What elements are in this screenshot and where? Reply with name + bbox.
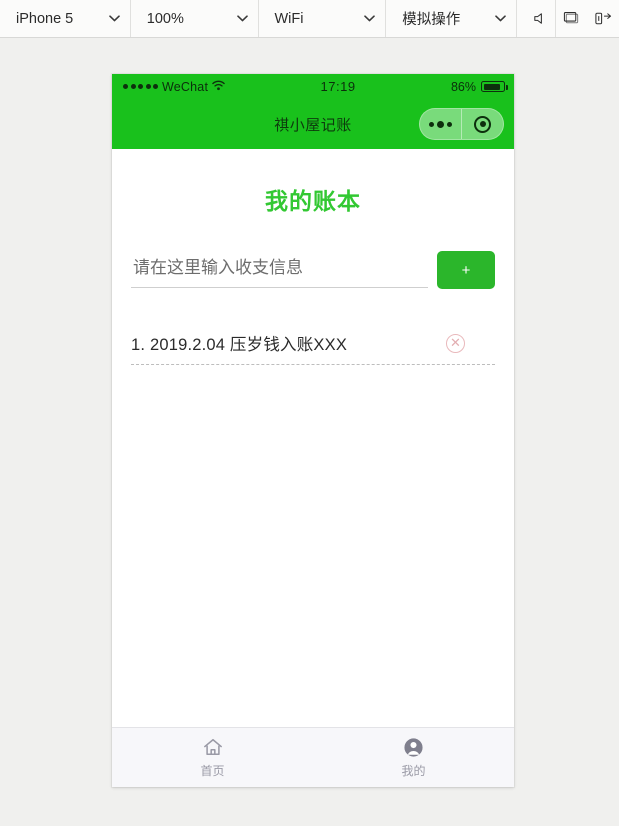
home-icon bbox=[202, 736, 224, 758]
chevron-down-icon bbox=[87, 15, 120, 22]
tab-home-label: 首页 bbox=[200, 764, 225, 778]
speaker-icon[interactable] bbox=[523, 0, 555, 37]
nav-bar: 祺小屋记账 bbox=[112, 99, 514, 149]
signal-dots-icon bbox=[123, 84, 158, 89]
zoom-select-label: 100% bbox=[146, 10, 184, 27]
entry-list: 1. 2019.2.04 压岁钱入账XXX ✕ bbox=[131, 325, 495, 365]
status-bar-left: WeChat bbox=[123, 80, 225, 94]
status-bar-time: 17:19 bbox=[320, 79, 356, 94]
status-bar-right: 86% bbox=[450, 79, 508, 94]
chevron-down-icon bbox=[473, 15, 506, 22]
entry-input-row: + bbox=[131, 251, 495, 289]
nav-bar-title: 祺小屋记账 bbox=[274, 116, 352, 134]
screen-icon[interactable] bbox=[555, 0, 587, 37]
page-body: 我的账本 + 1. 2019.2.04 压岁钱入账XXX ✕ bbox=[112, 149, 514, 727]
device-select-label: iPhone 5 bbox=[16, 10, 74, 27]
entry-input[interactable] bbox=[131, 252, 428, 288]
add-entry-button[interactable]: + bbox=[437, 251, 495, 289]
tab-profile-label: 我的 bbox=[401, 764, 426, 778]
list-item[interactable]: 1. 2019.2.04 压岁钱入账XXX ✕ bbox=[131, 325, 495, 365]
page-title: 我的账本 bbox=[265, 188, 361, 214]
tab-home[interactable]: 首页 bbox=[112, 728, 313, 787]
battery-icon bbox=[481, 81, 508, 92]
tab-bar: 首页 我的 bbox=[112, 727, 514, 787]
tab-profile[interactable]: 我的 bbox=[313, 728, 514, 787]
network-select-label: WiFi bbox=[274, 10, 304, 27]
simulate-action-label: 模拟操作 bbox=[402, 12, 461, 28]
zoom-select[interactable]: 100% bbox=[131, 0, 259, 37]
person-icon bbox=[403, 736, 424, 758]
device-select[interactable]: iPhone 5 bbox=[0, 0, 131, 37]
circle-x-icon[interactable]: ✕ bbox=[446, 333, 465, 353]
toolbar-icon-group bbox=[517, 0, 619, 37]
simulate-action-select[interactable]: 模拟操作 bbox=[386, 0, 517, 37]
ellipsis-icon[interactable] bbox=[420, 109, 462, 139]
carrier-label: WeChat bbox=[162, 79, 209, 94]
wifi-icon bbox=[212, 80, 225, 94]
network-select[interactable]: WiFi bbox=[259, 0, 387, 37]
status-bar: WeChat 17:19 86% bbox=[112, 74, 514, 99]
phone-preview-frame: WeChat 17:19 86% 祺小屋记账 我的账本 请在这里输入收支信息 +… bbox=[112, 74, 514, 787]
chevron-down-icon bbox=[215, 15, 248, 22]
battery-percent-label: 86% bbox=[450, 79, 476, 94]
miniprogram-capsule bbox=[419, 108, 504, 140]
target-icon[interactable] bbox=[462, 109, 503, 139]
simulator-toolbar: iPhone 5 100% WiFi 模拟操作 bbox=[0, 0, 619, 38]
phone-header: WeChat 17:19 86% 祺小屋记账 bbox=[112, 74, 514, 149]
chevron-down-icon bbox=[342, 15, 376, 22]
rotate-device-icon[interactable] bbox=[587, 0, 619, 37]
entry-text: 1. 2019.2.04 压岁钱入账XXX bbox=[131, 336, 348, 354]
